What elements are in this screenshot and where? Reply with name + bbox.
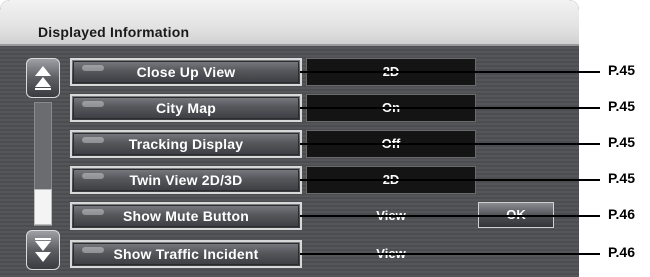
leader-line [300, 107, 600, 109]
button-label: Close Up View [136, 64, 236, 80]
leader-line [300, 179, 600, 181]
button-label: Twin View 2D/3D [129, 172, 243, 188]
show-mute-button-button[interactable]: Show Mute Button [70, 202, 302, 230]
double-down-arrow-icon [35, 238, 51, 262]
button-highlight [82, 209, 104, 215]
leader-line [300, 215, 600, 217]
leader-line [300, 71, 600, 73]
button-highlight [82, 137, 104, 143]
page-reference: P.45 [608, 98, 635, 114]
scrollbar[interactable] [26, 58, 60, 270]
button-highlight [82, 101, 104, 107]
scroll-thumb[interactable] [34, 189, 52, 225]
page-reference: P.46 [608, 206, 635, 222]
show-traffic-incident-button[interactable]: Show Traffic Incident [70, 240, 302, 268]
page-reference: P.45 [608, 62, 635, 78]
scroll-down-button[interactable] [26, 230, 60, 270]
tracking-display-button[interactable]: Tracking Display [70, 130, 302, 158]
button-highlight [82, 173, 104, 179]
button-highlight [82, 247, 104, 253]
button-label: Tracking Display [128, 136, 244, 152]
city-map-button[interactable]: City Map [70, 94, 302, 122]
menu-header: Displayed Information [0, 0, 579, 46]
twin-view-button[interactable]: Twin View 2D/3D [70, 166, 302, 194]
leader-line [300, 253, 600, 255]
menu-title: Displayed Information [38, 24, 190, 40]
navigation-screen: Displayed Information Close Up View 2D C… [0, 0, 579, 277]
scroll-up-button[interactable] [26, 58, 60, 98]
button-label: City Map [156, 100, 216, 116]
leader-line [300, 143, 600, 145]
button-label: Show Traffic Incident [113, 246, 259, 262]
close-up-view-button[interactable]: Close Up View [70, 58, 302, 86]
page-reference: P.45 [608, 134, 635, 150]
double-up-arrow-icon [35, 66, 51, 90]
header-divider [0, 44, 579, 46]
button-label: Show Mute Button [122, 208, 250, 224]
page-reference: P.46 [608, 244, 635, 260]
button-highlight [82, 65, 104, 71]
page-reference: P.45 [608, 170, 635, 186]
